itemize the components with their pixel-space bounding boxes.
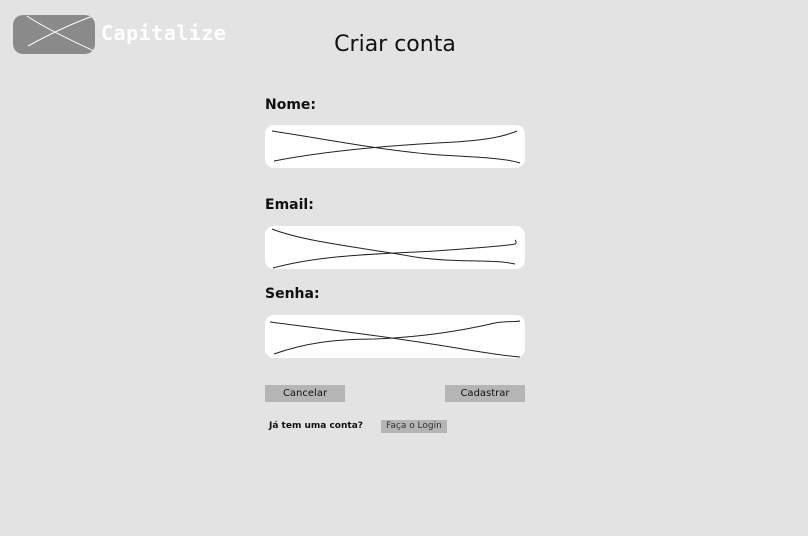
name-input[interactable] bbox=[265, 125, 525, 168]
password-label: Senha: bbox=[265, 286, 320, 302]
password-input[interactable] bbox=[265, 315, 525, 358]
login-question: Já tem uma conta? bbox=[269, 421, 363, 431]
cancel-button[interactable]: Cancelar bbox=[265, 385, 345, 402]
name-label: Nome: bbox=[265, 97, 317, 113]
email-label: Email: bbox=[265, 197, 314, 213]
email-field[interactable] bbox=[265, 226, 525, 269]
submit-button[interactable]: Cadastrar bbox=[445, 385, 525, 402]
password-field[interactable] bbox=[265, 315, 525, 358]
login-prompt: Já tem uma conta? Faça o Login bbox=[269, 419, 447, 433]
page-title: Criar conta bbox=[334, 32, 456, 57]
login-link[interactable]: Faça o Login bbox=[381, 419, 447, 433]
name-field[interactable] bbox=[265, 125, 525, 168]
email-input[interactable] bbox=[265, 226, 525, 269]
